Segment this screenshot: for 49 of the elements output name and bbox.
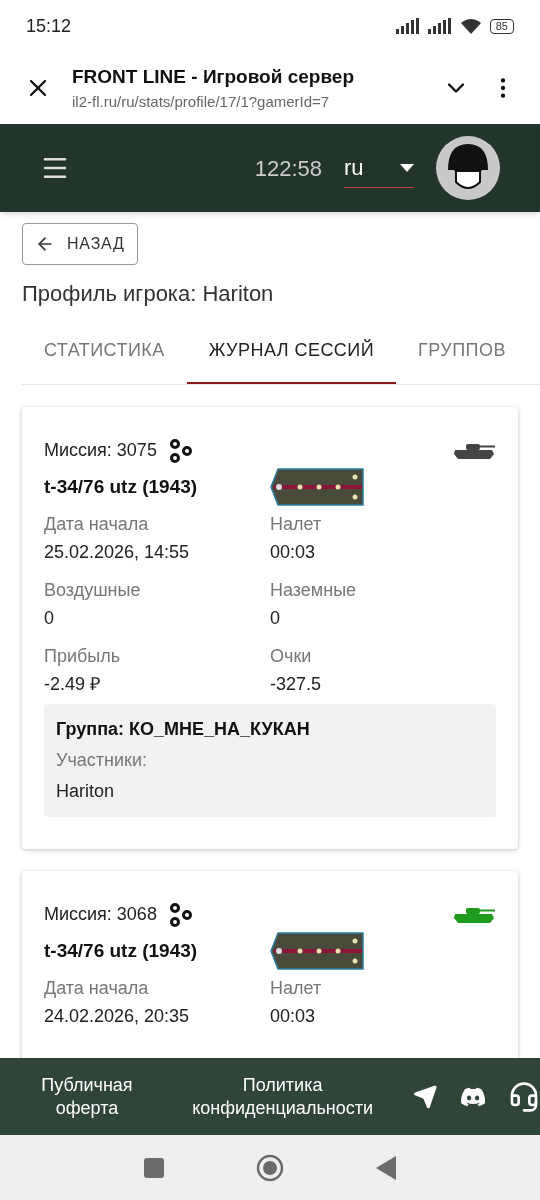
- tab[interactable]: СТАТИСТИКА: [22, 318, 187, 384]
- group-icon: [168, 902, 193, 927]
- back-button[interactable]: НАЗАД: [22, 223, 138, 265]
- field-label: Дата начала: [44, 977, 150, 1000]
- timer-text: 122:58: [254, 154, 322, 183]
- battery-icon: 85: [489, 18, 514, 34]
- field-label: Дата начала: [44, 513, 150, 536]
- status-time: 15:12: [26, 14, 72, 38]
- mission-number: Миссия: 3068: [44, 903, 157, 926]
- tab[interactable]: ЖУРНАЛ СЕССИЙ: [186, 318, 397, 384]
- support-icon[interactable]: [508, 1080, 540, 1113]
- wifi-icon: [459, 18, 482, 34]
- profile-title: Профиль игрока: Hariton: [22, 280, 275, 308]
- footer-link[interactable]: Политика конфиденциальности: [173, 1073, 392, 1120]
- vehicle-name: t-34/76 utz (1943): [44, 938, 199, 963]
- recents-icon[interactable]: [144, 1157, 164, 1178]
- back-icon[interactable]: [376, 1155, 396, 1180]
- group-icon: [168, 438, 193, 463]
- field-label: Прибыль: [44, 645, 122, 668]
- vehicle-name: t-34/76 utz (1943): [44, 474, 199, 499]
- field-label: Воздушные: [44, 579, 142, 602]
- members-label: Участники:: [56, 749, 148, 772]
- tab[interactable]: ГРУППОВ: [396, 318, 528, 384]
- members-value: Hariton: [56, 780, 116, 803]
- field-value: 0: [44, 607, 55, 630]
- field-label: Налет: [270, 513, 323, 536]
- signal-icon: [395, 18, 420, 34]
- mission-number: Миссия: 3075: [44, 439, 157, 462]
- field-value: 25.02.2026, 14:55: [44, 541, 191, 564]
- footer-link[interactable]: Публичная оферта: [22, 1073, 152, 1120]
- caret-icon: [400, 163, 414, 172]
- shoulder-board-icon: [270, 932, 364, 970]
- field-label: Налет: [270, 977, 323, 1000]
- field-value: -327.5: [270, 673, 323, 696]
- field-value: 00:03: [270, 541, 317, 564]
- signal-icon: [427, 18, 452, 34]
- field-value: -2.49 ₽: [44, 673, 102, 696]
- field-value: 00:03: [270, 1005, 317, 1028]
- field-value: 24.02.2026, 20:35: [44, 1005, 191, 1028]
- field-label: Очки: [270, 645, 313, 668]
- field-label: Наземные: [270, 579, 358, 602]
- shoulder-board-icon: [270, 468, 364, 506]
- field-value: 0: [270, 607, 281, 630]
- avatar-icon[interactable]: [436, 136, 500, 200]
- browser-title: FRONT LINE - Игровой сервер: [72, 64, 355, 89]
- group-title: Группа: КО_МНЕ_НА_КУКАН: [56, 718, 311, 741]
- language-select[interactable]: ru: [344, 148, 414, 188]
- home-icon[interactable]: [256, 1153, 284, 1182]
- url-text: il2-fl.ru/ru/stats/profile/17/1?gamerId=7: [72, 92, 331, 112]
